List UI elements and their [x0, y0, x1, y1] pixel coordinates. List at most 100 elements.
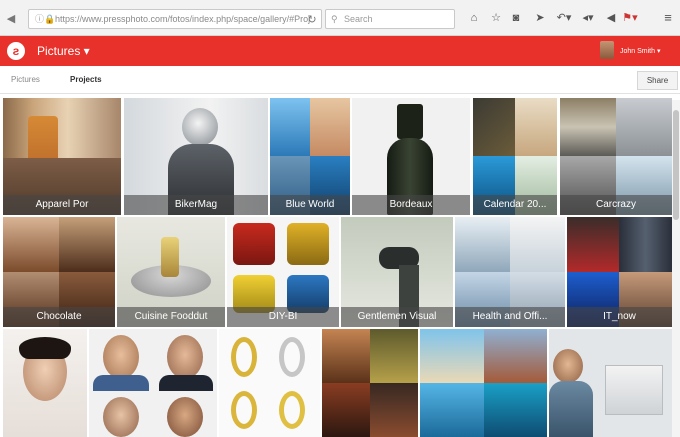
project-tile[interactable]: Apparel Por — [3, 98, 121, 215]
search-icon: ⚲ — [331, 14, 338, 24]
tile-image — [231, 337, 257, 377]
tile-label: BikerMag — [124, 195, 268, 215]
project-grid: Apparel Por BikerMag Blue World Bordeaux… — [0, 95, 680, 437]
tile-image — [455, 217, 510, 272]
tile-image — [322, 383, 370, 437]
tile-image — [161, 237, 179, 277]
share-button[interactable]: Share — [637, 71, 678, 90]
tile-image — [420, 383, 484, 437]
tile-image — [93, 375, 149, 391]
speaker-icon[interactable]: ◀ — [603, 10, 619, 26]
tile-image — [167, 397, 203, 437]
tile-label: Carcrazy — [560, 195, 672, 215]
project-tile[interactable]: Chocolate — [3, 217, 115, 327]
tile-image — [103, 335, 139, 379]
tile-image — [279, 391, 305, 429]
tile-image — [549, 381, 593, 437]
project-tile[interactable]: IT_now — [567, 217, 672, 327]
tile-image — [397, 104, 423, 139]
tab-projects[interactable]: Projects — [70, 75, 102, 84]
tile-image — [473, 98, 515, 156]
project-tile[interactable]: Carcrazy — [560, 98, 672, 215]
project-tile[interactable] — [219, 329, 320, 437]
project-tile[interactable] — [322, 329, 418, 437]
tile-image — [619, 217, 672, 272]
send-icon[interactable]: ➤ — [532, 10, 548, 26]
app-logo-icon[interactable]: ƨ — [7, 42, 25, 60]
tile-image — [270, 98, 310, 156]
tile-image — [3, 217, 59, 272]
tile-image — [159, 375, 213, 391]
tile-image — [231, 391, 257, 429]
app-title-dropdown[interactable]: Pictures ▾ — [37, 44, 90, 58]
tile-image — [484, 383, 547, 437]
menu-icon[interactable]: ≡ — [660, 10, 676, 26]
sub-navigation: Pictures Projects Share — [0, 66, 680, 94]
tile-label: Chocolate — [3, 307, 115, 327]
tile-label: Apparel Por — [3, 195, 121, 215]
tile-label: DIY-BI — [227, 307, 339, 327]
info-icon[interactable]: ⓘ — [35, 10, 44, 28]
tile-label: Blue World — [270, 195, 350, 215]
url-bar[interactable]: ⓘ 🔒 https://www.pressphoto.com/fotos/ind… — [28, 9, 322, 29]
tile-label: Cuisine Fooddut — [117, 307, 225, 327]
project-tile[interactable]: Blue World — [270, 98, 350, 215]
tile-image — [167, 335, 203, 379]
tile-image — [233, 223, 275, 265]
tile-image — [370, 329, 418, 383]
back-icon[interactable]: ◀ — [4, 12, 18, 26]
tile-label: Bordeaux — [352, 195, 470, 215]
project-tile[interactable]: Calendar 20... — [473, 98, 557, 215]
lock-icon: 🔒 — [44, 14, 56, 24]
tile-label: IT_now — [567, 307, 672, 327]
tile-image — [515, 98, 557, 156]
pocket-icon[interactable]: ◙ — [508, 10, 524, 26]
tile-image — [310, 98, 350, 156]
tile-image — [510, 217, 565, 272]
tile-image — [287, 223, 329, 265]
project-tile[interactable] — [420, 329, 547, 437]
search-placeholder: Search — [344, 14, 373, 24]
tile-image — [182, 108, 218, 146]
tile-image — [567, 217, 619, 272]
tile-image — [59, 217, 115, 272]
project-tile[interactable]: Cuisine Fooddut — [117, 217, 225, 327]
tile-image — [553, 349, 583, 383]
tile-image — [616, 98, 672, 156]
project-tile[interactable]: BikerMag — [124, 98, 268, 215]
project-tile[interactable]: Bordeaux — [352, 98, 470, 215]
tab-pictures[interactable]: Pictures — [11, 75, 40, 84]
tile-image — [420, 329, 484, 383]
extension-icon[interactable]: ↶▾ — [556, 10, 572, 26]
user-menu[interactable]: John Smith ▾ — [620, 47, 660, 55]
tile-label: Health and Offi... — [455, 307, 565, 327]
tile-image — [370, 383, 418, 437]
avatar[interactable] — [600, 41, 614, 59]
tile-image — [19, 337, 71, 359]
tile-image — [279, 337, 305, 377]
project-tile[interactable]: DIY-BI — [227, 217, 339, 327]
browser-chrome: ◀ ⓘ 🔒 https://www.pressphoto.com/fotos/i… — [0, 0, 680, 36]
app-header: ƨ Pictures ▾ John Smith ▾ — [0, 36, 680, 66]
scrollbar[interactable] — [672, 100, 680, 437]
bookmark-star-icon[interactable]: ☆ — [488, 10, 504, 26]
tile-label: Gentlemen Visual — [341, 307, 453, 327]
tile-image — [560, 98, 616, 156]
flag-icon[interactable]: ⚑▾ — [622, 10, 638, 26]
scrollbar-thumb[interactable] — [673, 110, 679, 220]
project-tile[interactable] — [89, 329, 217, 437]
browser-search-input[interactable]: ⚲ Search — [325, 9, 455, 29]
reload-icon[interactable]: ↻ — [305, 13, 319, 27]
extension-2-icon[interactable]: ◂▾ — [580, 10, 596, 26]
home-icon[interactable]: ⌂ — [466, 10, 482, 26]
project-tile[interactable]: Gentlemen Visual — [341, 217, 453, 327]
tile-image — [484, 329, 547, 383]
url-text: https://www.pressphoto.com/fotos/index.p… — [55, 14, 311, 24]
project-tile[interactable] — [3, 329, 87, 437]
tile-image — [103, 397, 139, 437]
tile-label: Calendar 20... — [473, 195, 557, 215]
tile-image — [605, 365, 663, 415]
project-tile[interactable]: Health and Offi... — [455, 217, 565, 327]
tile-image — [322, 329, 370, 383]
project-tile[interactable] — [549, 329, 672, 437]
